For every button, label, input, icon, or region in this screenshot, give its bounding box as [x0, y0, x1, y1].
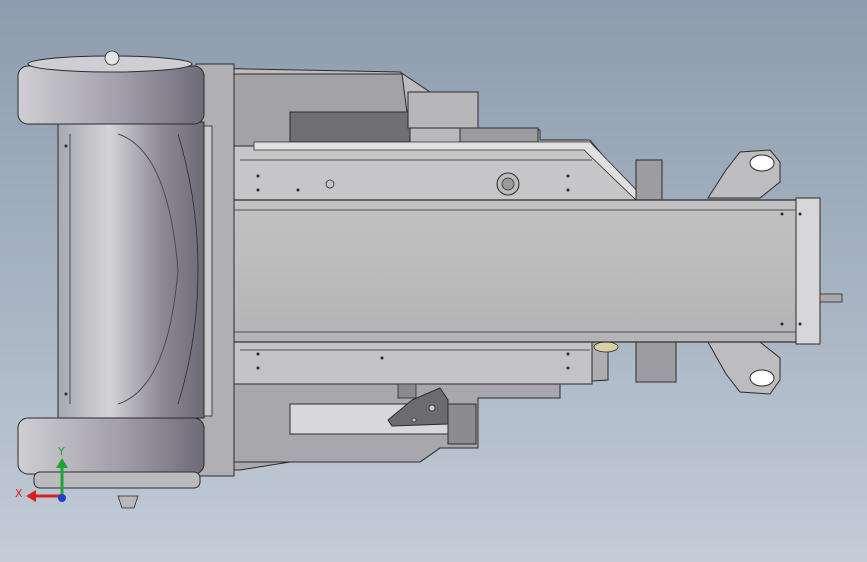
mounting-bracket-bottom: [593, 341, 781, 395]
x-axis-label: X: [15, 487, 23, 500]
main-beam: [207, 197, 843, 345]
y-axis-label: Y: [57, 445, 65, 458]
mounting-bracket-top: [635, 149, 781, 201]
z-axis-dot: [58, 494, 66, 502]
cad-viewport[interactable]: X Y: [0, 0, 867, 562]
drum-cap-top: [17, 50, 205, 125]
drum-roller: [57, 121, 205, 419]
cad-model-drawing[interactable]: X Y: [0, 0, 867, 562]
